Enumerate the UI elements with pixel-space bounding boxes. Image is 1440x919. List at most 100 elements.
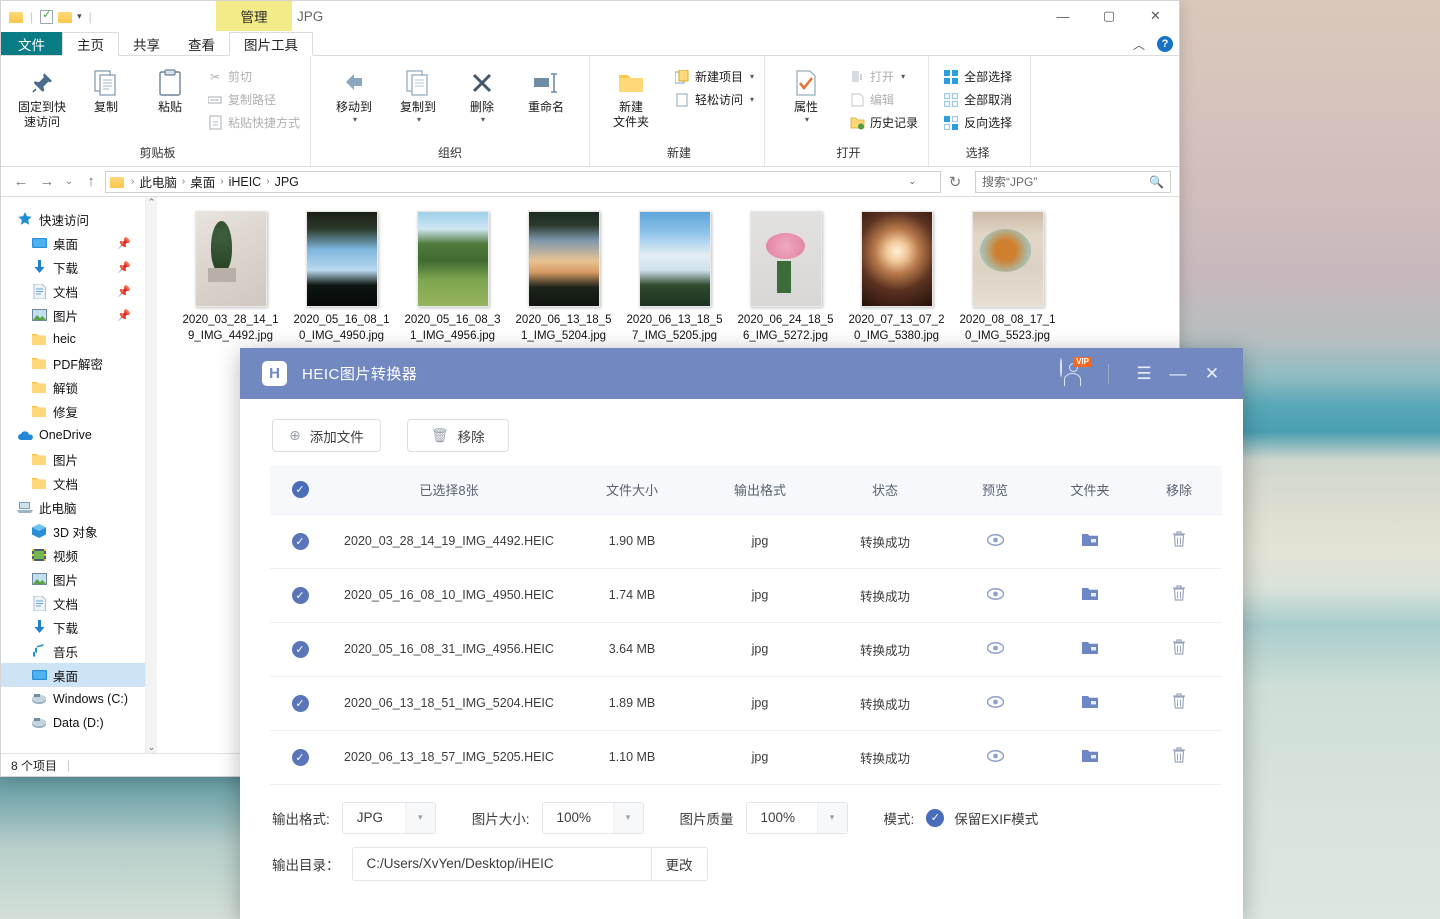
file-item[interactable]: 2020_06_13_18_51_IMG_5204.jpg — [508, 211, 619, 344]
breadcrumb-item-this-pc[interactable]: 此电脑 — [139, 172, 177, 191]
row-folder-button[interactable] — [1044, 676, 1136, 731]
pin-icon[interactable]: 📌 — [117, 237, 131, 250]
row-folder-button[interactable] — [1044, 514, 1136, 569]
breadcrumb-item-jpg[interactable]: JPG — [275, 175, 299, 189]
row-remove-button[interactable] — [1136, 514, 1222, 569]
file-item[interactable]: 2020_08_08_17_10_IMG_5523.jpg — [952, 211, 1063, 344]
file-item[interactable]: 2020_06_24_18_56_IMG_5272.jpg — [730, 211, 841, 344]
row-preview-button[interactable] — [946, 730, 1044, 785]
nav-item-0[interactable]: 快速访问 — [1, 207, 145, 231]
trash-icon[interactable] — [1172, 531, 1186, 551]
chevron-down-icon[interactable]: ▾ — [77, 11, 82, 22]
pin-icon[interactable]: 📌 — [117, 285, 131, 298]
file-item[interactable]: 2020_06_13_18_57_IMG_5205.jpg — [619, 211, 730, 344]
change-dir-button[interactable]: 更改 — [651, 846, 708, 881]
forward-button[interactable]: → — [35, 173, 59, 190]
select-all-button[interactable]: 全部选择 — [939, 66, 1016, 87]
table-row[interactable]: ✓ 2020_06_13_18_51_IMG_5204.HEIC 1.89 MB jp… — [270, 676, 1222, 731]
close-button[interactable]: ✕ — [1132, 1, 1179, 31]
open-button[interactable]: 打开 ▾ — [845, 66, 922, 87]
nav-item-12[interactable]: 此电脑 — [1, 495, 145, 519]
select-none-button[interactable]: 全部取消 — [939, 89, 1016, 110]
eye-icon[interactable] — [986, 587, 1004, 604]
file-item[interactable]: 2020_07_13_07_20_IMG_5380.jpg — [841, 211, 952, 344]
nav-item-20[interactable]: Windows (C:) — [1, 687, 145, 711]
refresh-button[interactable]: ↻ — [943, 173, 967, 191]
row-preview-button[interactable] — [946, 514, 1044, 569]
trash-icon[interactable] — [1172, 693, 1186, 713]
nav-item-17[interactable]: 下载 — [1, 615, 145, 639]
row-folder-button[interactable] — [1044, 622, 1136, 677]
image-quality-select[interactable]: 100% ▾ — [745, 801, 848, 834]
output-format-select[interactable]: JPG ▾ — [341, 801, 436, 834]
easy-access-button[interactable]: 轻松访问 ▾ — [670, 89, 758, 110]
maximize-button[interactable]: ▢ — [1086, 1, 1132, 31]
recent-locations-button[interactable]: ⌄ — [61, 176, 77, 187]
copy-to-button[interactable]: 复制到 ▾ — [387, 60, 449, 125]
properties-icon[interactable] — [40, 8, 54, 24]
nav-item-16[interactable]: 文档 — [1, 591, 145, 615]
nav-item-13[interactable]: 3D 对象 — [1, 519, 145, 543]
nav-item-3[interactable]: 文档 📌 — [1, 279, 145, 303]
chevron-down-icon[interactable]: ⌄ — [908, 176, 916, 187]
row-folder-button[interactable] — [1044, 568, 1136, 623]
chevron-down-icon[interactable]: ▾ — [353, 115, 357, 125]
nav-item-21[interactable]: Data (D:) — [1, 711, 145, 735]
row-checkbox[interactable]: ✓ — [291, 748, 309, 766]
row-checkbox-cell[interactable]: ✓ — [270, 730, 330, 785]
nav-item-11[interactable]: 文档 — [1, 471, 145, 495]
nav-item-10[interactable]: 图片 — [1, 447, 145, 471]
chevron-down-icon[interactable]: ▾ — [404, 802, 435, 833]
row-preview-button[interactable] — [946, 622, 1044, 677]
nav-item-1[interactable]: 桌面 📌 — [1, 231, 145, 255]
folder-icon[interactable] — [1082, 749, 1098, 765]
delete-button[interactable]: 删除 ▾ — [451, 60, 513, 125]
select-all-checkbox-cell[interactable]: ✓ — [270, 466, 330, 515]
navigation-scrollbar[interactable]: ⌃ ⌄ — [145, 197, 157, 753]
row-checkbox[interactable]: ✓ — [291, 694, 309, 712]
row-folder-button[interactable] — [1044, 730, 1136, 785]
search-input[interactable]: 搜索“JPG” 🔍 — [975, 170, 1171, 193]
scroll-up-icon[interactable]: ⌃ — [148, 197, 156, 208]
pin-icon[interactable]: 📌 — [117, 309, 131, 322]
menu-button[interactable]: ☰ — [1127, 357, 1161, 391]
minimize-button[interactable]: — — [1040, 1, 1086, 31]
eye-icon[interactable] — [986, 641, 1004, 658]
eye-icon[interactable] — [986, 695, 1004, 712]
new-item-button[interactable]: 新建项目 ▾ — [670, 66, 758, 87]
minimize-button[interactable]: — — [1161, 357, 1195, 391]
chevron-down-icon[interactable]: ▾ — [805, 115, 809, 125]
move-to-button[interactable]: 移动到 ▾ — [323, 60, 385, 125]
copy-button[interactable]: 复制 — [75, 60, 137, 115]
new-folder-icon[interactable] — [58, 11, 73, 23]
nav-item-4[interactable]: 图片 📌 — [1, 303, 145, 327]
pin-to-quick-access-button[interactable]: 固定到快 速访问 — [11, 60, 73, 130]
chevron-down-icon[interactable]: ▾ — [481, 115, 485, 125]
chevron-down-icon[interactable]: ▾ — [612, 802, 643, 833]
output-dir-input[interactable]: C:/Users/XvYen/Desktop/iHEIC — [351, 846, 652, 881]
rename-button[interactable]: 重命名 — [515, 60, 577, 115]
scroll-down-icon[interactable]: ⌄ — [148, 742, 156, 753]
table-row[interactable]: ✓ 2020_05_16_08_10_IMG_4950.HEIC 1.74 MB jp… — [270, 568, 1222, 623]
eye-icon[interactable] — [986, 749, 1004, 766]
row-checkbox-cell[interactable]: ✓ — [270, 568, 330, 623]
row-remove-button[interactable] — [1136, 568, 1222, 623]
image-size-select[interactable]: 100% ▾ — [541, 801, 644, 834]
row-checkbox-cell[interactable]: ✓ — [270, 622, 330, 677]
ribbon-tab-view[interactable]: 查看 — [174, 32, 229, 55]
properties-button[interactable]: 属性 ▾ — [775, 60, 837, 125]
contextual-tab-manage[interactable]: 管理 — [216, 1, 292, 31]
row-checkbox[interactable]: ✓ — [291, 532, 309, 550]
folder-icon[interactable] — [1082, 641, 1098, 657]
row-remove-button[interactable] — [1136, 730, 1222, 785]
row-checkbox-cell[interactable]: ✓ — [270, 514, 330, 569]
invert-selection-button[interactable]: 反向选择 — [939, 112, 1016, 133]
file-item[interactable]: 2020_03_28_14_19_IMG_4492.jpg — [175, 211, 286, 344]
nav-item-15[interactable]: 图片 — [1, 567, 145, 591]
eye-icon[interactable] — [986, 533, 1004, 550]
paste-shortcut-button[interactable]: 粘贴快捷方式 — [203, 112, 304, 133]
mode-checkbox[interactable]: ✓ — [926, 808, 945, 827]
remove-button[interactable]: 🗑 移除 — [406, 419, 509, 452]
select-all-checkbox[interactable]: ✓ — [291, 481, 309, 499]
history-button[interactable]: 历史记录 — [845, 112, 922, 133]
